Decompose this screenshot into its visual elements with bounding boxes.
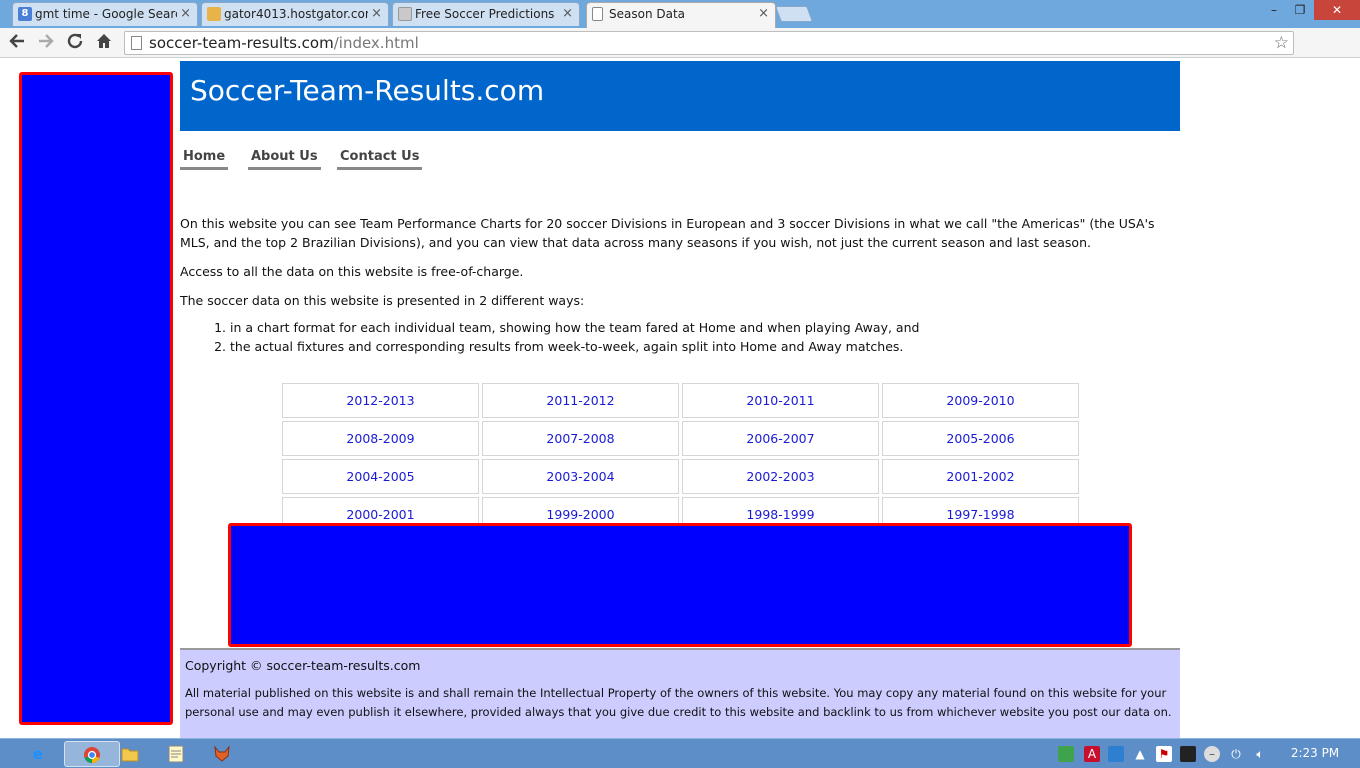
nav-about-us-link[interactable]: About Us (248, 147, 321, 170)
intro-paragraph: On this website you can see Team Perform… (180, 216, 1155, 250)
flag-icon[interactable]: ⚑ (1156, 746, 1172, 762)
address-bar[interactable]: soccer-team-results.com/index.html ☆ (124, 31, 1294, 55)
season-link[interactable]: 2010-2011 (682, 383, 879, 418)
site-footer: Copyright © soccer-team-results.com All … (180, 648, 1180, 738)
url-host: soccer-team-results.com (149, 34, 334, 52)
bottom-ad-banner[interactable] (228, 523, 1132, 647)
tab-close-icon[interactable]: × (562, 3, 573, 25)
nav-home-link[interactable]: Home (180, 147, 229, 170)
site-title: Soccer-Team-Results.com (190, 74, 545, 107)
legal-notice: All material published on this website i… (185, 686, 1172, 719)
list-item: the actual fixtures and corresponding re… (230, 337, 1170, 356)
season-link[interactable]: 2004-2005 (282, 459, 479, 494)
close-window-button[interactable]: ✕ (1314, 0, 1360, 20)
internet-explorer-icon[interactable]: e (10, 741, 66, 767)
tab-close-icon[interactable]: × (180, 3, 191, 25)
system-clock[interactable]: 2:23 PM (1280, 746, 1350, 760)
phpmyadmin-icon (207, 7, 221, 21)
home-icon[interactable] (93, 32, 115, 54)
page-icon (592, 7, 603, 21)
nav-contact-us-link[interactable]: Contact Us (337, 147, 423, 170)
adobe-icon[interactable]: A (1084, 746, 1100, 762)
url-path: /index.html (333, 34, 419, 52)
site-header: Soccer-Team-Results.com (180, 61, 1180, 131)
tab-title: Season Data (609, 7, 686, 21)
left-ad-banner[interactable] (19, 72, 173, 725)
intro-content: On this website you can see Team Perform… (180, 214, 1170, 356)
reload-icon[interactable] (64, 32, 86, 54)
table-row: 2004-2005 2003-2004 2002-2003 2001-2002 (282, 459, 1079, 494)
restore-button[interactable]: ❐ (1288, 0, 1312, 20)
tab-hostgator[interactable]: gator4013.hostgator.com × (201, 2, 389, 26)
table-row: 2012-2013 2011-2012 2010-2011 2009-2010 (282, 383, 1079, 418)
monitor-icon[interactable] (1180, 746, 1196, 762)
free-access-paragraph: Access to all the data on this website i… (180, 264, 524, 279)
page-viewport: Soccer-Team-Results.com Home About Us Co… (0, 59, 1360, 738)
presentation-list: in a chart format for each individual te… (230, 318, 1170, 356)
season-link[interactable]: 2011-2012 (482, 383, 679, 418)
new-tab-button[interactable] (775, 6, 813, 22)
sync-icon[interactable] (1108, 746, 1124, 762)
table-row: 2008-2009 2007-2008 2006-2007 2005-2006 (282, 421, 1079, 456)
google-icon: 8 (18, 7, 32, 21)
tab-season-data[interactable]: Season Data × (586, 2, 776, 28)
taskbar: e A ▲ ⚑ – ⏻ 🔈︎ 2:23 PM (0, 738, 1360, 768)
season-link[interactable]: 2012-2013 (282, 383, 479, 418)
tab-google-search[interactable]: 8 gmt time - Google Search × (12, 2, 198, 26)
minimize-button[interactable]: – (1262, 0, 1286, 20)
season-link[interactable]: 2008-2009 (282, 421, 479, 456)
tab-close-icon[interactable]: × (758, 3, 769, 25)
tab-close-icon[interactable]: × (371, 3, 382, 25)
page-icon (131, 36, 142, 50)
season-link[interactable]: 2009-2010 (882, 383, 1079, 418)
power-icon[interactable]: ⏻ (1228, 746, 1244, 762)
list-item: in a chart format for each individual te… (230, 318, 1170, 337)
season-link[interactable]: 2005-2006 (882, 421, 1079, 456)
back-arrow-icon[interactable] (6, 32, 28, 54)
seasons-table: 2012-2013 2011-2012 2010-2011 2009-2010 … (279, 380, 1082, 535)
tab-title: Free Soccer Predictions Da (415, 7, 559, 21)
upload-icon[interactable]: ▲ (1132, 746, 1148, 762)
network-icon[interactable] (1058, 746, 1074, 762)
browser-toolbar: soccer-team-results.com/index.html ☆ 3 ≡ (0, 28, 1360, 83)
tab-title: gator4013.hostgator.com (224, 7, 368, 21)
season-link[interactable]: 2006-2007 (682, 421, 879, 456)
copyright-text: Copyright © soccer-team-results.com (185, 658, 421, 673)
tab-soccer-predictions[interactable]: Free Soccer Predictions Da × (392, 2, 580, 26)
tab-strip: 8 gmt time - Google Search × gator4013.h… (0, 0, 1360, 28)
season-link[interactable]: 2007-2008 (482, 421, 679, 456)
forward-arrow-icon[interactable] (35, 32, 57, 54)
volume-icon[interactable]: 🔈︎ (1252, 746, 1268, 762)
season-link[interactable]: 2001-2002 (882, 459, 1079, 494)
bookmark-star-icon[interactable]: ☆ (1274, 32, 1289, 54)
tab-title: gmt time - Google Search (35, 7, 177, 21)
minus-icon[interactable]: – (1204, 746, 1220, 762)
fox-app-icon[interactable] (194, 741, 250, 767)
document-icon (398, 7, 412, 21)
season-link[interactable]: 2003-2004 (482, 459, 679, 494)
season-link[interactable]: 2002-2003 (682, 459, 879, 494)
presentation-paragraph: The soccer data on this website is prese… (180, 293, 585, 308)
